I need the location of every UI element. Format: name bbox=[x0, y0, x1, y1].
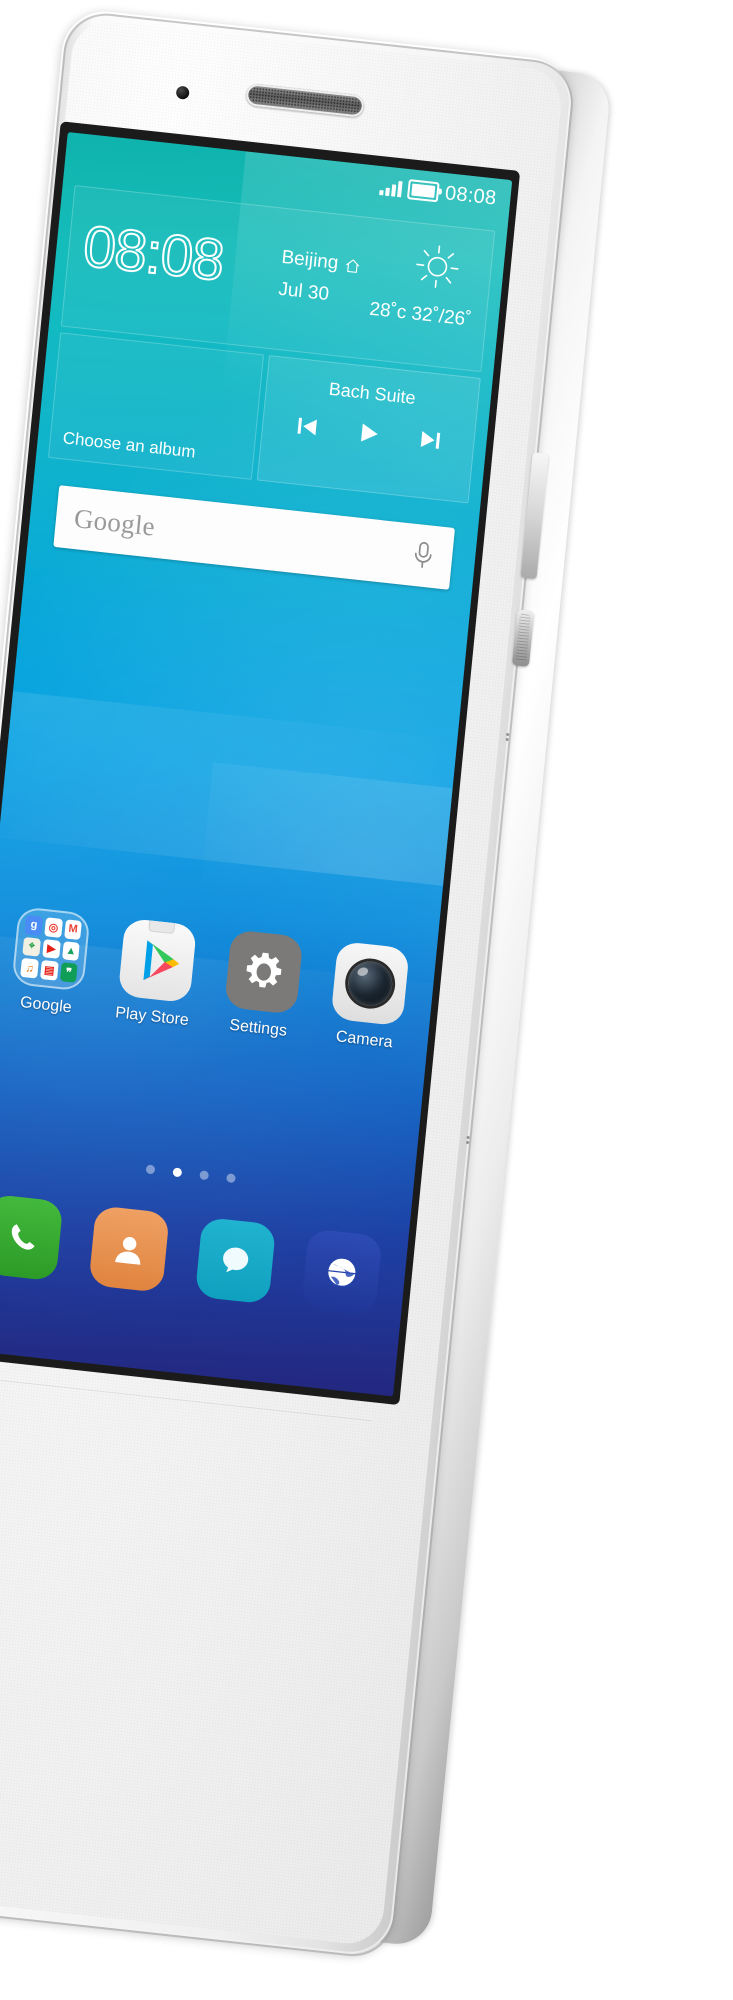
app-play-store[interactable]: Play Store bbox=[105, 917, 207, 1031]
skip-next-icon[interactable] bbox=[417, 427, 443, 453]
widget-clock-city-row: Beijing bbox=[280, 247, 361, 277]
battery-full-icon bbox=[407, 179, 441, 203]
mini-icon-play-music: ♫ bbox=[20, 958, 39, 979]
mini-icon-google-search: g bbox=[24, 915, 44, 936]
mini-icon-maps: ⌖ bbox=[22, 936, 42, 958]
google-folder-icon[interactable]: g ◎ M ⌖ ▶ ▲ ♫ ▤ ❞ bbox=[11, 906, 91, 992]
play-icon[interactable] bbox=[355, 420, 381, 446]
home-icon bbox=[345, 257, 361, 274]
camera-icon[interactable] bbox=[330, 940, 410, 1027]
person-icon[interactable] bbox=[88, 1205, 170, 1293]
album-picker-label: Choose an album bbox=[62, 428, 197, 462]
home-screen-app-row: g ◎ M ⌖ ▶ ▲ ♫ ▤ ❞ Google Play Store Sett… bbox=[0, 904, 427, 1055]
search-input[interactable]: Google bbox=[73, 502, 157, 542]
google-search-bar[interactable]: Google bbox=[53, 485, 456, 590]
home-screen-dock bbox=[0, 1192, 398, 1318]
widget-weather-readout: 28˚c 32˚/26˚ bbox=[368, 298, 473, 332]
gear-icon[interactable] bbox=[224, 929, 304, 1015]
status-bar-clock: 08:08 bbox=[444, 182, 498, 210]
phone-handset-icon[interactable] bbox=[0, 1193, 64, 1282]
smartphone-device: 08:08 08:08 Beijing Jul 30 28˚c 32˚/26˚ … bbox=[0, 0, 657, 2000]
skip-previous-icon[interactable] bbox=[294, 413, 320, 439]
signal-bars-icon bbox=[379, 178, 404, 197]
widget-clock-time: 08:08 bbox=[80, 213, 228, 295]
app-camera[interactable]: Camera bbox=[318, 940, 420, 1054]
product-photo-canvas: 08:08 08:08 Beijing Jul 30 28˚c 32˚/26˚ … bbox=[0, 0, 733, 2000]
music-track-title: Bach Suite bbox=[328, 378, 417, 409]
app-label-play-store: Play Store bbox=[114, 1004, 190, 1030]
mini-icon-drive: ▲ bbox=[61, 940, 81, 962]
widget-clock-date: Jul 30 bbox=[277, 278, 330, 306]
high-low-temperature: 32˚/26˚ bbox=[410, 303, 473, 331]
speech-bubble-icon[interactable] bbox=[194, 1216, 277, 1305]
current-temperature: 28˚c bbox=[368, 298, 408, 324]
mini-icon-hangouts: ❞ bbox=[59, 962, 79, 983]
page-dot[interactable] bbox=[145, 1164, 155, 1175]
globe-icon[interactable] bbox=[300, 1228, 383, 1316]
app-label-google: Google bbox=[19, 993, 73, 1017]
app-label-camera: Camera bbox=[335, 1028, 394, 1052]
app-settings[interactable]: Settings bbox=[211, 928, 313, 1042]
app-label-settings: Settings bbox=[228, 1016, 288, 1040]
music-player-widget[interactable]: Bach Suite bbox=[256, 355, 481, 504]
album-picker-widget[interactable]: Choose an album bbox=[47, 332, 265, 480]
widget-clock-city: Beijing bbox=[280, 246, 340, 274]
camera-lens bbox=[345, 959, 394, 1008]
mini-icon-play-movies: ▤ bbox=[40, 960, 59, 981]
page-dot-active[interactable] bbox=[171, 1167, 182, 1178]
mini-icon-gmail: M bbox=[63, 919, 83, 940]
sun-icon bbox=[412, 241, 462, 292]
microphone-icon[interactable] bbox=[411, 540, 436, 572]
music-transport-controls bbox=[262, 410, 474, 457]
page-dot[interactable] bbox=[225, 1173, 236, 1184]
play-store-icon[interactable] bbox=[117, 917, 198, 1004]
mini-icon-chrome: ◎ bbox=[44, 917, 63, 938]
page-indicator bbox=[0, 1145, 413, 1202]
page-dot[interactable] bbox=[198, 1170, 209, 1181]
app-google-folder[interactable]: g ◎ M ⌖ ▶ ▲ ♫ ▤ ❞ Google bbox=[0, 905, 101, 1019]
mini-icon-youtube: ▶ bbox=[42, 938, 61, 960]
